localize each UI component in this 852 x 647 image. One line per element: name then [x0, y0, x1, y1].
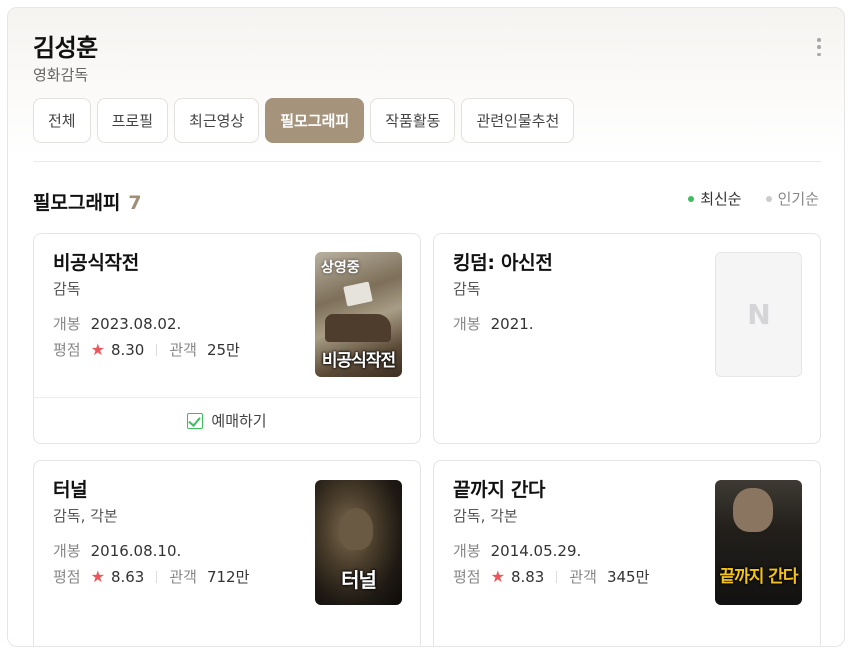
- audience-label: 관객: [169, 568, 197, 586]
- tab-profile[interactable]: 프로필: [96, 98, 169, 143]
- film-stats: 평점 ★ 8.63 관객 712만: [53, 566, 249, 587]
- film-poster[interactable]: 터널: [315, 480, 402, 605]
- audience-label: 관객: [569, 568, 597, 586]
- separator: [556, 570, 558, 583]
- release-date: 2021.: [490, 314, 534, 333]
- calendar-check-icon: [187, 412, 204, 429]
- section-title-label: 필모그래피: [33, 192, 121, 214]
- film-title[interactable]: 터널: [53, 475, 88, 502]
- no-image-placeholder[interactable]: N: [715, 252, 802, 377]
- poster-title: 비공식작전: [321, 351, 396, 371]
- poster-graphic: [339, 508, 373, 550]
- tab-recent-videos[interactable]: 최근영상: [174, 98, 260, 143]
- film-title[interactable]: 끝까지 간다: [453, 475, 546, 502]
- release-date: 2016.08.10.: [90, 541, 182, 560]
- rating-value: 8.83: [510, 567, 545, 586]
- tab-bar: 전체 프로필 최근영상 필모그래피 작품활동 관련인물추천: [33, 98, 575, 143]
- person-job: 영화감독: [33, 66, 89, 84]
- film-stats: 평점 ★ 8.30 관객 25만: [53, 339, 240, 360]
- tab-related-people[interactable]: 관련인물추천: [461, 98, 575, 143]
- audience-label: 관객: [169, 341, 197, 359]
- film-card[interactable]: 터널 감독, 각본 개봉 2016.08.10. 평점 ★ 8.63 관객 71…: [33, 460, 421, 646]
- poster-title: 끝까지 간다: [719, 567, 798, 587]
- rating-label: 평점: [53, 568, 81, 586]
- rating-value: 8.30: [110, 340, 145, 359]
- film-title[interactable]: 킹덤: 아신전: [453, 248, 553, 275]
- film-role: 감독, 각본: [53, 507, 118, 525]
- film-release: 개봉 2014.05.29.: [453, 540, 581, 561]
- person-panel: 김성훈 영화감독 전체 프로필 최근영상 필모그래피 작품활동 관련인물추천 필…: [7, 7, 845, 647]
- film-title[interactable]: 비공식작전: [53, 248, 139, 275]
- film-release: 개봉 2021.: [453, 313, 534, 334]
- film-card[interactable]: 킹덤: 아신전 감독 개봉 2021. N: [433, 233, 821, 444]
- separator: [156, 343, 158, 356]
- separator: [156, 570, 158, 583]
- rating-label: 평점: [53, 341, 81, 359]
- more-options-icon[interactable]: [816, 38, 822, 56]
- poster-title: 터널: [341, 568, 377, 592]
- star-icon: ★: [90, 567, 105, 586]
- audience-value: 712만: [206, 568, 250, 586]
- now-showing-badge: 상영중: [321, 260, 360, 276]
- film-poster[interactable]: 상영중 비공식작전: [315, 252, 402, 377]
- sort-popular-label: 인기순: [777, 190, 819, 208]
- film-release: 개봉 2023.08.02.: [53, 313, 181, 334]
- tab-filmography[interactable]: 필모그래피: [265, 98, 365, 143]
- audience-value: 25만: [206, 341, 240, 359]
- film-card[interactable]: 끝까지 간다 감독, 각본 개봉 2014.05.29. 평점 ★ 8.83 관…: [433, 460, 821, 646]
- film-stats: 평점 ★ 8.83 관객 345만: [453, 566, 649, 587]
- film-role: 감독: [453, 280, 481, 298]
- booking-button[interactable]: 예매하기: [34, 397, 420, 443]
- rating-value: 8.63: [110, 567, 145, 586]
- sort-latest[interactable]: 최신순: [688, 188, 742, 209]
- film-poster[interactable]: 끝까지 간다: [715, 480, 802, 605]
- person-name: 김성훈: [33, 34, 98, 62]
- tab-all[interactable]: 전체: [33, 98, 91, 143]
- rating-label: 평점: [453, 568, 481, 586]
- film-role: 감독, 각본: [453, 507, 518, 525]
- star-icon: ★: [90, 340, 105, 359]
- sort-options: 최신순 인기순: [688, 188, 819, 209]
- poster-graphic: [325, 314, 391, 342]
- section-title: 필모그래피 7: [33, 188, 142, 215]
- film-release: 개봉 2016.08.10.: [53, 540, 181, 561]
- naver-logo-icon: N: [747, 298, 770, 331]
- star-icon: ★: [490, 567, 505, 586]
- sort-popular[interactable]: 인기순: [765, 188, 819, 209]
- audience-value: 345만: [606, 568, 650, 586]
- release-date: 2014.05.29.: [490, 541, 582, 560]
- release-label: 개봉: [53, 315, 81, 333]
- film-role: 감독: [53, 280, 81, 298]
- sort-latest-label: 최신순: [700, 190, 742, 208]
- tab-works[interactable]: 작품활동: [370, 98, 456, 143]
- sort-dot-icon: [765, 195, 772, 202]
- poster-graphic: [733, 488, 773, 532]
- release-label: 개봉: [453, 542, 481, 560]
- divider: [33, 161, 821, 162]
- section-count: 7: [128, 192, 142, 214]
- release-label: 개봉: [53, 542, 81, 560]
- film-card[interactable]: 비공식작전 감독 개봉 2023.08.02. 평점 ★ 8.30 관객 25만…: [33, 233, 421, 444]
- booking-label: 예매하기: [211, 412, 267, 430]
- release-label: 개봉: [453, 315, 481, 333]
- sort-dot-icon: [688, 195, 695, 202]
- release-date: 2023.08.02.: [90, 314, 182, 333]
- poster-graphic: [343, 281, 373, 307]
